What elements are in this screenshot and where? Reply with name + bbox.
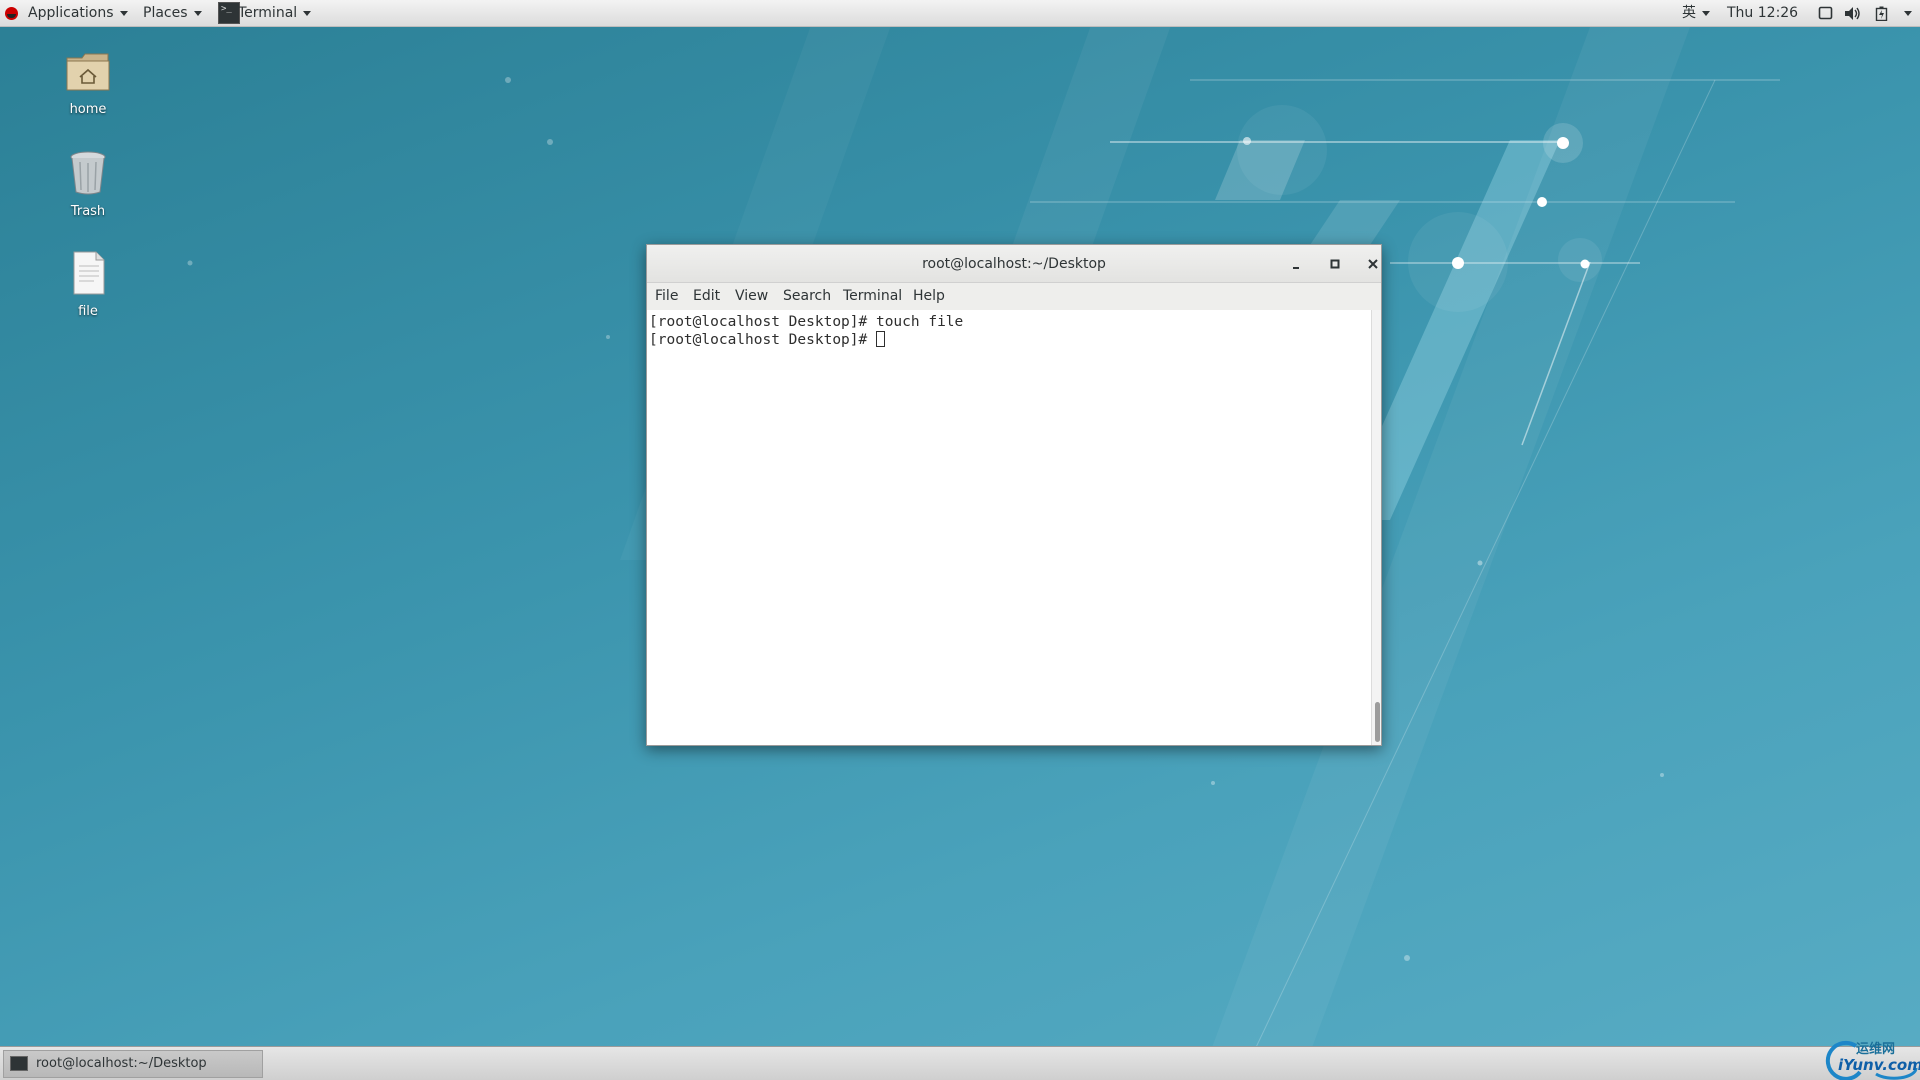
desktop-icon-label: file bbox=[78, 304, 98, 319]
chevron-down-icon bbox=[119, 10, 128, 16]
desktop-icon-file[interactable]: file bbox=[38, 250, 138, 319]
menu-bar: File Edit View Search Terminal Help bbox=[647, 283, 1381, 310]
chevron-down-icon bbox=[1904, 10, 1912, 16]
terminal-icon bbox=[218, 2, 240, 24]
terminal-prompt: [root@localhost Desktop]# bbox=[649, 332, 876, 348]
minimize-button[interactable] bbox=[1287, 254, 1307, 274]
minimize-icon bbox=[1293, 267, 1299, 269]
watermark-text-en: iYunv.com bbox=[1838, 1056, 1920, 1074]
clock[interactable]: Thu 12:26 bbox=[1727, 0, 1798, 27]
scrollbar[interactable] bbox=[1371, 310, 1381, 745]
redhat-logo-icon bbox=[5, 7, 18, 20]
menu-terminal[interactable]: Terminal bbox=[843, 283, 902, 310]
system-menu-button[interactable] bbox=[1898, 0, 1912, 27]
maximize-icon bbox=[1330, 259, 1340, 269]
menu-view[interactable]: View bbox=[735, 283, 768, 310]
desktop-icon-trash[interactable]: Trash bbox=[38, 150, 138, 219]
taskbar-window-label: root@localhost:~/Desktop bbox=[36, 1056, 207, 1071]
menu-file[interactable]: File bbox=[655, 283, 678, 310]
watermark-text-cn: 运维网 bbox=[1856, 1042, 1896, 1057]
chevron-down-icon bbox=[303, 10, 312, 16]
applications-menu[interactable]: Applications bbox=[0, 0, 128, 27]
scrollbar-thumb[interactable] bbox=[1375, 702, 1380, 742]
maximize-button[interactable] bbox=[1325, 254, 1345, 274]
places-label: Places bbox=[143, 5, 188, 21]
top-panel: Applications Places Terminal 英 Thu 12:26 bbox=[0, 0, 1920, 27]
watermark: 运维网 iYunv.com bbox=[1816, 1032, 1920, 1080]
close-icon bbox=[1368, 259, 1378, 269]
taskbar-window-button[interactable]: root@localhost:~/Desktop bbox=[3, 1050, 263, 1078]
bottom-panel: root@localhost:~/Desktop bbox=[0, 1046, 1920, 1080]
terminal-app-label: Terminal bbox=[238, 5, 298, 21]
menu-search[interactable]: Search bbox=[783, 283, 831, 310]
input-method-label: 英 bbox=[1682, 5, 1696, 21]
volume-icon[interactable] bbox=[1844, 6, 1862, 21]
terminal-icon bbox=[10, 1056, 28, 1071]
terminal-line: [root@localhost Desktop]# touch file bbox=[649, 314, 964, 330]
menu-edit[interactable]: Edit bbox=[693, 283, 720, 310]
home-folder-icon bbox=[66, 53, 110, 91]
terminal-prompt-line: [root@localhost Desktop]# bbox=[649, 331, 1371, 349]
window-titlebar[interactable]: root@localhost:~/Desktop bbox=[647, 245, 1381, 283]
desktop-icon-label: home bbox=[69, 102, 107, 117]
terminal-window: root@localhost:~/Desktop File Edit View … bbox=[646, 244, 1382, 746]
terminal-app-menu[interactable]: Terminal bbox=[218, 0, 316, 27]
file-icon bbox=[73, 251, 105, 295]
desktop-icon-home[interactable]: home bbox=[38, 50, 138, 117]
close-button[interactable] bbox=[1363, 254, 1383, 274]
places-menu[interactable]: Places bbox=[143, 0, 208, 27]
text-cursor bbox=[875, 331, 885, 347]
display-icon[interactable] bbox=[1818, 6, 1834, 21]
input-method-indicator[interactable]: 英 bbox=[1682, 0, 1710, 27]
terminal-output[interactable]: [root@localhost Desktop]# touch file [ro… bbox=[647, 310, 1371, 745]
desktop-icon-label: Trash bbox=[70, 204, 106, 219]
chevron-down-icon bbox=[193, 10, 202, 16]
applications-label: Applications bbox=[28, 5, 114, 21]
menu-help[interactable]: Help bbox=[913, 283, 945, 310]
battery-icon[interactable] bbox=[1875, 6, 1889, 21]
window-title: root@localhost:~/Desktop bbox=[922, 256, 1106, 272]
trash-icon bbox=[70, 151, 106, 195]
chevron-down-icon bbox=[1702, 10, 1710, 16]
